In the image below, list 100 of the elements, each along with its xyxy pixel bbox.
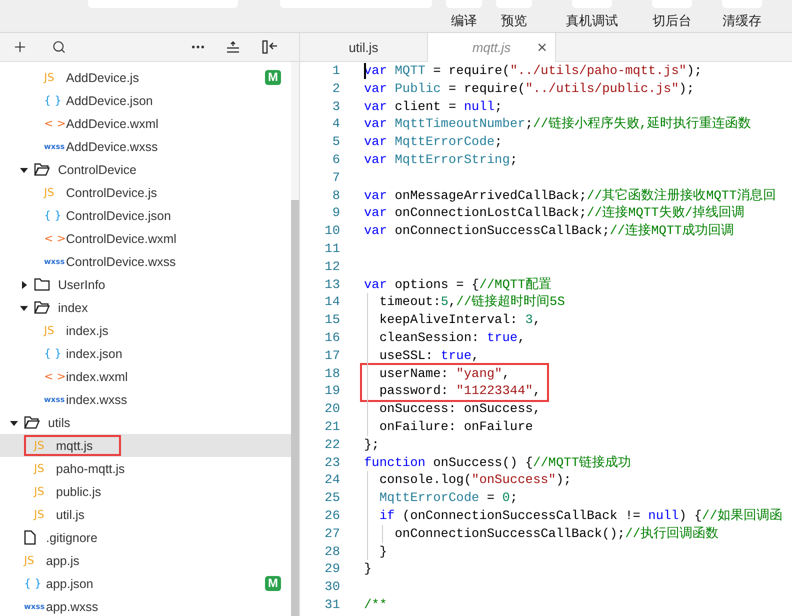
line-number: 9 [331, 204, 340, 222]
file-item[interactable]: JS util.js [0, 503, 291, 526]
line-number: 18 [324, 364, 340, 382]
line-number: 11 [324, 240, 340, 258]
add-icon[interactable] [12, 39, 28, 55]
wxml-file-icon: < > [44, 117, 66, 130]
code-line: onConnectionSuccessCallBack();//执行回调函数 [364, 524, 718, 543]
code-line: var onMessageArrivedCallBack;//其它函数注册接收MQTT消息回 [364, 186, 776, 204]
line-number: 15 [324, 311, 340, 329]
file-item[interactable]: JS AddDevice.js M [0, 66, 291, 89]
file-item[interactable]: { } index.json [0, 342, 291, 365]
code-line: } [364, 542, 388, 560]
line-number: 30 [324, 578, 340, 596]
folder-item[interactable]: ControlDevice [0, 158, 291, 181]
js-file-icon: JS [34, 462, 56, 475]
panel-toggle-icon[interactable] [262, 40, 278, 54]
editor-tab[interactable]: mqtt.js × [428, 33, 556, 62]
line-number: 10 [324, 222, 340, 240]
close-icon[interactable]: × [537, 38, 547, 58]
line-number: 19 [324, 382, 340, 400]
line-number: 13 [324, 276, 340, 294]
file-item[interactable]: JS public.js [0, 480, 291, 503]
line-number: 31 [324, 596, 340, 614]
code-line: useSSL: true, [364, 346, 480, 365]
file-item[interactable]: JS index.js [0, 319, 291, 342]
code-line: cleanSession: true, [364, 328, 526, 347]
code-line: var options = {//MQTT配置 [364, 276, 552, 294]
code-line: var MqttErrorCode; [364, 133, 502, 151]
js-file-icon: JS [34, 485, 56, 498]
file-item[interactable]: { } AddDevice.json [0, 89, 291, 112]
caret-icon [10, 418, 18, 426]
file-item[interactable]: JS ControlDevice.js [0, 181, 291, 204]
modified-badge: M [265, 576, 281, 591]
toolbar-button[interactable]: 切后台 [652, 0, 692, 30]
wxml-file-icon: < > [44, 370, 66, 383]
code-line: var MqttTimeoutNumber;//链接小程序失败,延时执行重连函数 [364, 115, 752, 134]
code-line: MqttErrorCode = 0; [364, 489, 518, 507]
code-line: /** [364, 596, 388, 614]
line-number: 17 [324, 346, 340, 365]
line-number: 28 [324, 542, 340, 560]
code-line: timeout:5,//链接超时时间5S [364, 293, 565, 312]
file-item[interactable]: < >index.wxml [0, 365, 291, 388]
wxml-file-icon: < > [44, 232, 66, 245]
json-file-icon: { } [44, 209, 66, 222]
line-number: 12 [324, 258, 340, 276]
js-file-icon: JS [44, 186, 66, 199]
folder-item[interactable]: utils [0, 411, 291, 434]
file-item[interactable]: JS app.js [0, 549, 291, 572]
line-number: 1 [331, 62, 340, 80]
file-item[interactable]: JS paho-mqtt.js [0, 457, 291, 480]
js-file-icon: JS [44, 71, 66, 84]
code-line: } [364, 560, 372, 578]
line-number: 27 [324, 524, 340, 543]
line-number: 7 [331, 168, 340, 187]
search-icon[interactable] [52, 40, 66, 54]
caret-icon [20, 166, 28, 174]
folder-icon [34, 163, 50, 176]
code-line: onFailure: onFailure [364, 418, 533, 436]
line-number: 3 [331, 98, 340, 116]
code-line: password: "11223344", [364, 382, 541, 400]
code-line: if (onConnectionSuccessCallBack != null) {//如果回调函 [364, 506, 782, 525]
line-number: 8 [331, 186, 340, 204]
code-line: keepAliveInterval: 3, [364, 311, 541, 329]
code-line: userName: "yang", [364, 364, 510, 382]
code-line: }; [364, 436, 380, 454]
toolbar-button[interactable]: 清缓存 [722, 0, 762, 30]
line-number: 5 [331, 133, 340, 151]
file-item[interactable]: JS mqtt.js [0, 434, 291, 457]
file-item[interactable]: .gitignore [0, 526, 291, 549]
code-line: console.log("onSuccess"); [364, 471, 572, 490]
line-number: 22 [324, 436, 340, 454]
code-line: onSuccess: onSuccess, [364, 400, 541, 418]
file-item[interactable]: { } ControlDevice.json [0, 204, 291, 227]
js-file-icon: JS [34, 508, 56, 521]
folder-icon [24, 416, 40, 429]
highlight-frame: JS mqtt.js [24, 435, 121, 456]
code-line: var client = null; [364, 98, 502, 116]
toolbar-button[interactable]: 预览 [496, 0, 532, 30]
line-number: 25 [324, 489, 340, 507]
modified-badge: M [265, 70, 281, 85]
line-number: 26 [324, 506, 340, 525]
file-item[interactable]: { } app.json M [0, 572, 291, 595]
json-file-icon: { } [44, 347, 66, 360]
caret-icon [20, 280, 28, 288]
line-number: 2 [331, 80, 340, 98]
folder-item[interactable]: UserInfo [0, 273, 291, 296]
code-line: var Public = require("../utils/public.js"); [364, 80, 694, 98]
collapse-icon[interactable] [226, 41, 240, 53]
toolbar-button[interactable]: 编译 [446, 0, 482, 30]
line-number: 24 [324, 471, 340, 490]
file-item[interactable]: < >ControlDevice.wxml [0, 227, 291, 250]
json-file-icon: { } [44, 94, 66, 107]
line-number: 23 [324, 454, 340, 472]
js-file-icon: JS [34, 439, 56, 452]
code-line: function onSuccess() {//MQTT链接成功 [364, 454, 632, 472]
folder-item[interactable]: index [0, 296, 291, 319]
scrollbar[interactable] [291, 62, 299, 616]
toolbar-button[interactable]: 真机调试 [566, 0, 618, 30]
line-number: 6 [331, 150, 340, 169]
file-item[interactable]: < >AddDevice.wxml [0, 112, 291, 135]
